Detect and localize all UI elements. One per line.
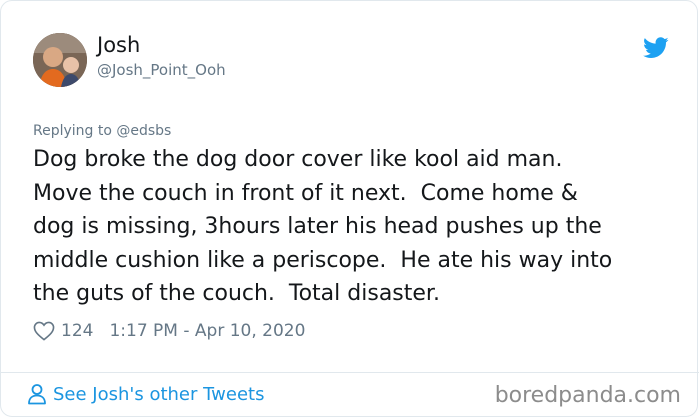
timestamp[interactable]: 1:17 PM - Apr 10, 2020 (109, 321, 305, 341)
tweet-text: Dog broke the dog door cover like kool a… (33, 147, 613, 306)
see-other-tweets-label: See Josh's other Tweets (53, 383, 265, 405)
author-handle[interactable]: @Josh_Point_Ooh (97, 61, 226, 79)
watermark: boredpanda.com (494, 383, 681, 408)
divider (1, 372, 699, 373)
tweet-card: Josh @Josh_Point_Ooh Replying to @edsbs … (0, 0, 699, 417)
avatar-image (33, 33, 87, 87)
tweet-meta: 124 1:17 PM - Apr 10, 2020 (33, 319, 305, 343)
person-icon (28, 384, 46, 405)
heart-icon[interactable] (33, 321, 55, 341)
see-other-tweets-link[interactable]: See Josh's other Tweets (27, 383, 264, 405)
avatar[interactable] (33, 33, 87, 87)
twitter-bird-icon[interactable] (643, 37, 669, 59)
like-count[interactable]: 124 (61, 321, 93, 341)
author-name[interactable]: Josh (97, 33, 140, 57)
replying-to[interactable]: Replying to @edsbs (33, 123, 171, 139)
